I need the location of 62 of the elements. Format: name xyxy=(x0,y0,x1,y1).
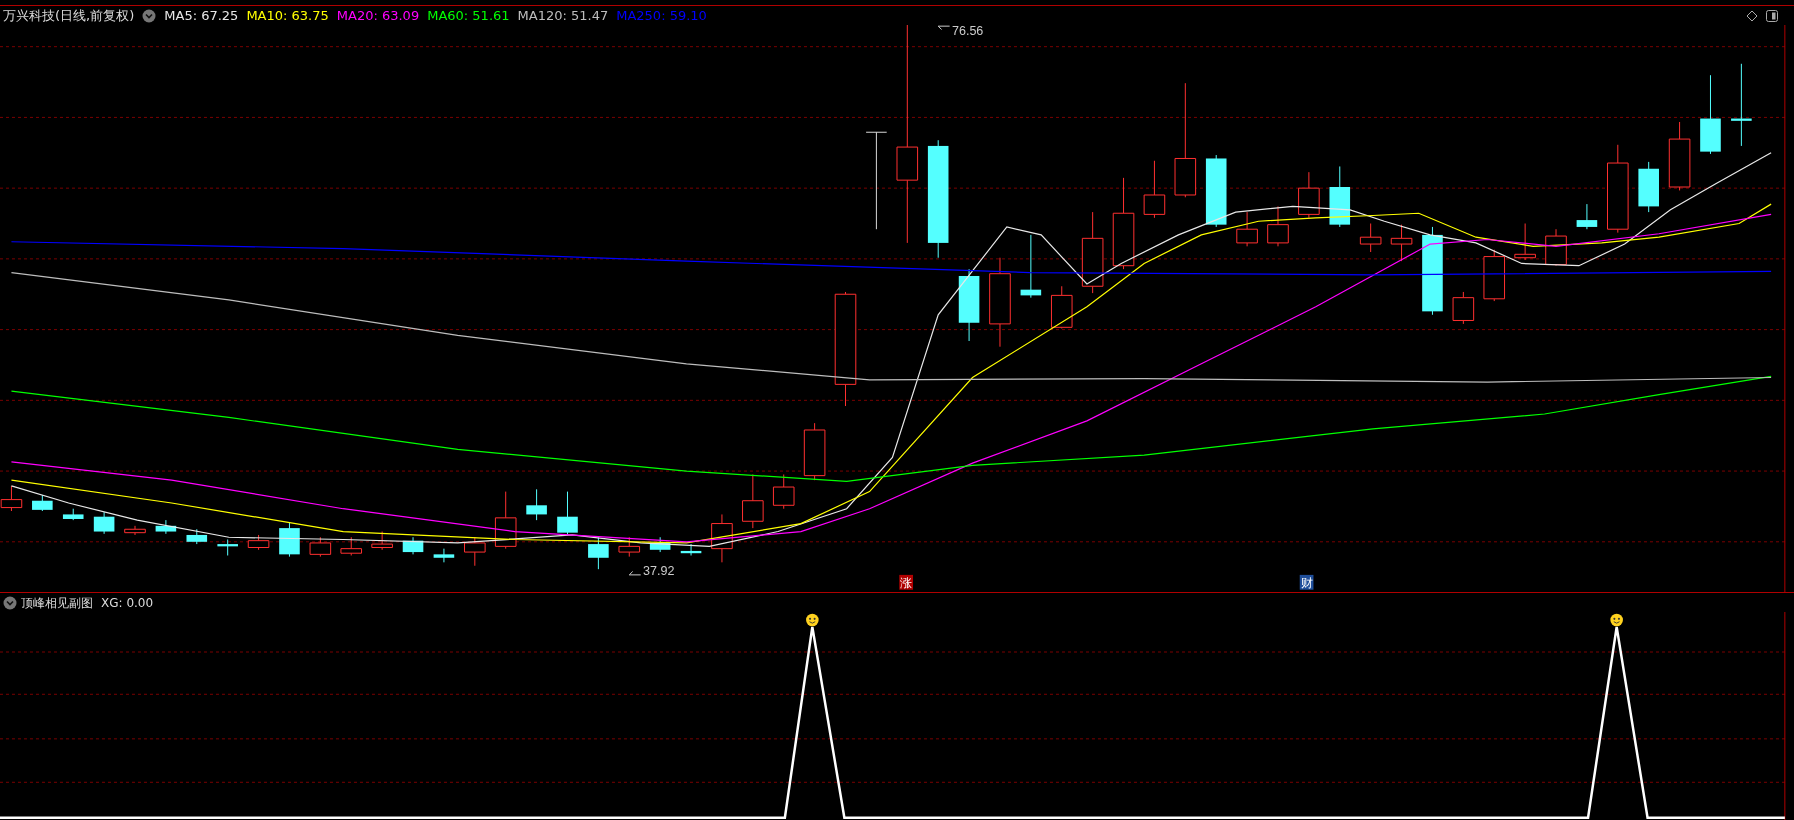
candlestick xyxy=(1638,161,1659,213)
candlestick xyxy=(433,548,455,563)
candlestick xyxy=(1236,211,1258,247)
price-label: 76.56 xyxy=(937,25,984,39)
candlestick xyxy=(1020,234,1042,299)
candlestick xyxy=(279,521,300,558)
candlestick xyxy=(32,494,53,512)
candlestick xyxy=(402,536,424,555)
candlestick xyxy=(93,511,115,535)
diamond-icon[interactable] xyxy=(1746,9,1758,22)
candlestick xyxy=(1483,249,1506,302)
candlestick xyxy=(526,488,547,521)
candlestick xyxy=(340,536,363,556)
candlestick xyxy=(217,539,238,556)
candlestick xyxy=(464,536,486,567)
ma-value: MA120: 51.47 xyxy=(517,7,609,25)
event-marker[interactable]: 涨 xyxy=(899,574,913,590)
candlestick xyxy=(1267,205,1289,247)
ma-value: MA5: 67.25 xyxy=(164,7,239,25)
candlestick xyxy=(1514,223,1536,261)
candlestick xyxy=(1143,160,1166,219)
candlestick xyxy=(309,536,332,558)
candlestick xyxy=(1452,291,1475,325)
indicator-title: 顶峰相见副图 xyxy=(21,594,93,612)
event-marker[interactable]: 财 xyxy=(1299,574,1314,590)
candlestick xyxy=(1668,121,1691,191)
candlestick xyxy=(124,525,146,536)
price-label: 37.92 xyxy=(628,563,675,578)
dropdown-icon[interactable] xyxy=(142,8,157,23)
candlestick xyxy=(371,531,393,551)
candlestick xyxy=(1050,285,1073,329)
candlestick xyxy=(588,536,609,570)
candlestick xyxy=(1576,203,1598,230)
candlestick xyxy=(803,422,826,481)
smiley-icon xyxy=(1610,613,1623,627)
chart-title: 万兴科技(日线,前复权) xyxy=(3,7,135,25)
ma-value: MA60: 51.61 xyxy=(427,7,510,25)
candlestick xyxy=(618,536,641,558)
candlestick xyxy=(186,528,208,545)
candlestick xyxy=(1359,223,1382,253)
candlestick xyxy=(557,491,578,536)
candlestick xyxy=(649,536,671,553)
candlestick xyxy=(1390,224,1413,262)
candlestick xyxy=(247,534,270,551)
ma-value: MA250: 59.10 xyxy=(616,7,707,25)
candlestick xyxy=(680,543,702,556)
candlestick xyxy=(1545,228,1567,267)
candlestick xyxy=(494,491,517,550)
candlestick xyxy=(711,513,733,563)
dropdown-icon[interactable] xyxy=(3,595,17,610)
candlestick xyxy=(155,519,177,535)
smiley-icon xyxy=(806,613,819,627)
candlestick xyxy=(1329,165,1351,228)
ma-value: MA10: 63.75 xyxy=(246,7,329,25)
candlestick xyxy=(0,485,23,512)
indicator-value: XG: 0.00 xyxy=(101,594,154,612)
panel-toggle-icon[interactable] xyxy=(1766,9,1778,22)
ma-value: MA20: 63.09 xyxy=(336,7,420,25)
candlestick xyxy=(1298,171,1320,219)
candlestick xyxy=(772,474,795,510)
candlestick xyxy=(62,508,84,521)
candlestick xyxy=(742,474,764,529)
